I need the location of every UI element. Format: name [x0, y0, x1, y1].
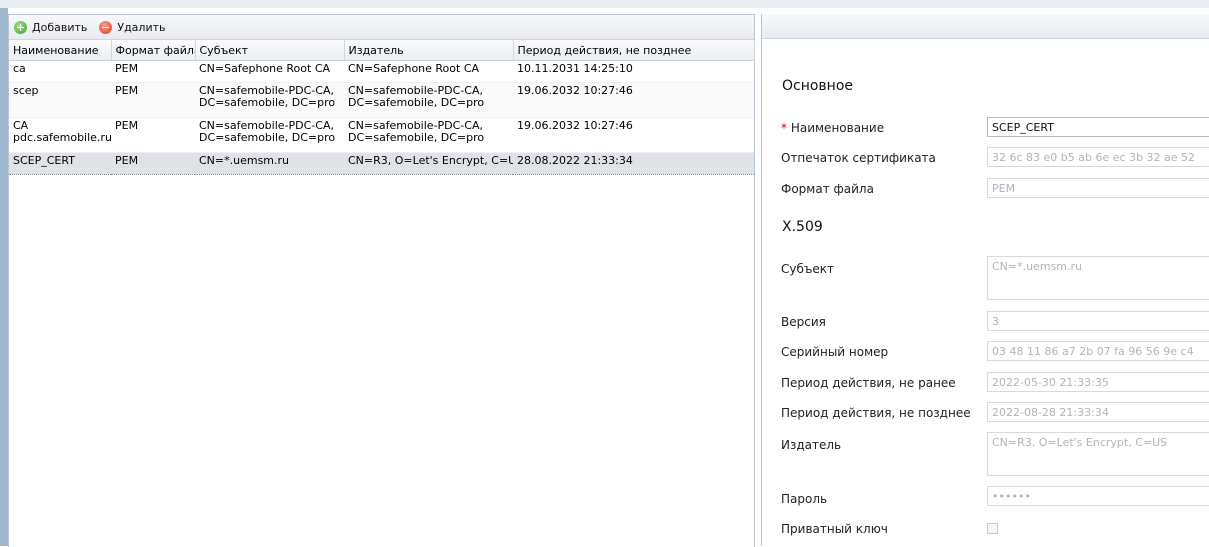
cell-valid-to: 19.06.2032 10:27:46: [513, 117, 754, 153]
certificates-table: Наименование Формат файла... Субъект Изд…: [9, 40, 755, 175]
cell-valid-to: 19.06.2032 10:27:46: [513, 82, 754, 118]
section-title-x509: X.509: [782, 219, 823, 235]
cell-name: ca: [9, 60, 111, 83]
window-top-bar: [0, 0, 1209, 8]
certificate-details-panel: Основное * Наименование SCEP_CERT Отпеча…: [761, 14, 1209, 546]
valid-to-field[interactable]: 2022-08-28 21:33:34: [987, 402, 1209, 422]
column-header-subject[interactable]: Субъект: [195, 40, 345, 61]
version-field[interactable]: 3: [987, 311, 1209, 331]
subject-label: Субъект: [781, 262, 834, 276]
certificates-list-panel: Добавить Удалить Наименование Формат фай…: [8, 14, 755, 547]
cell-valid-to: 10.11.2031 14:25:10: [513, 60, 754, 83]
cell-format: PEM: [111, 117, 195, 153]
delete-button[interactable]: Удалить: [99, 20, 166, 34]
name-field[interactable]: SCEP_CERT: [987, 117, 1209, 137]
column-header-name[interactable]: Наименование: [9, 40, 112, 61]
add-icon: [14, 20, 27, 34]
thumbprint-label: Отпечаток сертификата: [781, 151, 936, 165]
column-header-valid-to[interactable]: Период действия, не позднее: [513, 40, 755, 61]
issuer-field[interactable]: CN=R3, O=Let's Encrypt, C=US: [987, 432, 1209, 476]
cell-valid-to: 28.08.2022 21:33:34: [513, 152, 754, 175]
valid-to-label: Период действия, не позднее: [781, 406, 971, 420]
delete-icon: [99, 20, 113, 34]
section-title-main: Основное: [782, 78, 854, 94]
table-row[interactable]: ca PEM CN=Safephone Root CA CN=Safephone…: [9, 60, 754, 83]
cell-format: PEM: [111, 152, 195, 175]
cell-name: CA pdc.safemobile.ru: [9, 117, 111, 153]
required-mark: *: [781, 121, 791, 135]
valid-from-label: Период действия, не ранее: [781, 376, 956, 390]
subject-field[interactable]: CN=*.uemsm.ru: [987, 256, 1209, 300]
cell-subject: CN=safemobile-PDC-CA, DC=safemobile, DC=…: [195, 82, 344, 118]
cell-issuer: CN=Safephone Root CA: [344, 60, 513, 83]
delete-button-label: Удалить: [117, 20, 166, 34]
cell-subject: CN=safemobile-PDC-CA, DC=safemobile, DC=…: [195, 117, 344, 153]
serial-number-label: Серийный номер: [781, 345, 889, 359]
table-header-row: Наименование Формат файла... Субъект Изд…: [9, 40, 755, 61]
table-row[interactable]: CA pdc.safemobile.ru PEM CN=safemobile-P…: [9, 117, 754, 153]
cell-format: PEM: [111, 60, 195, 83]
serial-number-field[interactable]: 03 48 11 86 a7 2b 07 fa 96 56 9e c4: [987, 341, 1209, 361]
thumbprint-field[interactable]: 32 6c 83 e0 b5 ab 6e ec 3b 32 ae 52: [987, 147, 1209, 167]
valid-from-field[interactable]: 2022-05-30 21:33:35: [987, 372, 1209, 392]
cell-issuer: CN=safemobile-PDC-CA, DC=safemobile, DC=…: [344, 117, 513, 153]
name-label: * Наименование: [781, 121, 884, 135]
list-toolbar: Добавить Удалить: [9, 15, 754, 40]
password-field[interactable]: ••••••: [987, 486, 1209, 506]
cell-subject: CN=*.uemsm.ru: [195, 152, 344, 175]
file-format-field[interactable]: PEM: [987, 178, 1209, 198]
details-header-bar: [762, 14, 1209, 39]
file-format-label: Формат файла: [781, 182, 874, 196]
cell-issuer: CN=R3, O=Let's Encrypt, C=US: [344, 152, 513, 175]
cell-format: PEM: [111, 82, 195, 118]
cell-name: SCEP_CERT: [9, 152, 111, 175]
issuer-label: Издатель: [781, 438, 842, 452]
password-label: Пароль: [781, 492, 828, 506]
version-label: Версия: [781, 315, 826, 329]
add-button[interactable]: Добавить: [14, 20, 88, 34]
table-row-selected[interactable]: SCEP_CERT PEM CN=*.uemsm.ru CN=R3, O=Let…: [9, 152, 754, 175]
cell-issuer: CN=safemobile-PDC-CA, DC=safemobile, DC=…: [344, 82, 513, 118]
private-key-label: Приватный ключ: [781, 522, 888, 536]
column-header-issuer[interactable]: Издатель: [344, 40, 514, 61]
add-button-label: Добавить: [32, 20, 88, 34]
window-left-border: [0, 8, 8, 546]
cell-name: scep: [9, 82, 111, 118]
table-row[interactable]: scep PEM CN=safemobile-PDC-CA, DC=safemo…: [9, 82, 754, 118]
name-label-text: Наименование: [790, 121, 885, 135]
column-header-format[interactable]: Формат файла...: [111, 40, 196, 61]
cell-subject: CN=Safephone Root CA: [195, 60, 344, 83]
private-key-checkbox[interactable]: [987, 523, 998, 534]
